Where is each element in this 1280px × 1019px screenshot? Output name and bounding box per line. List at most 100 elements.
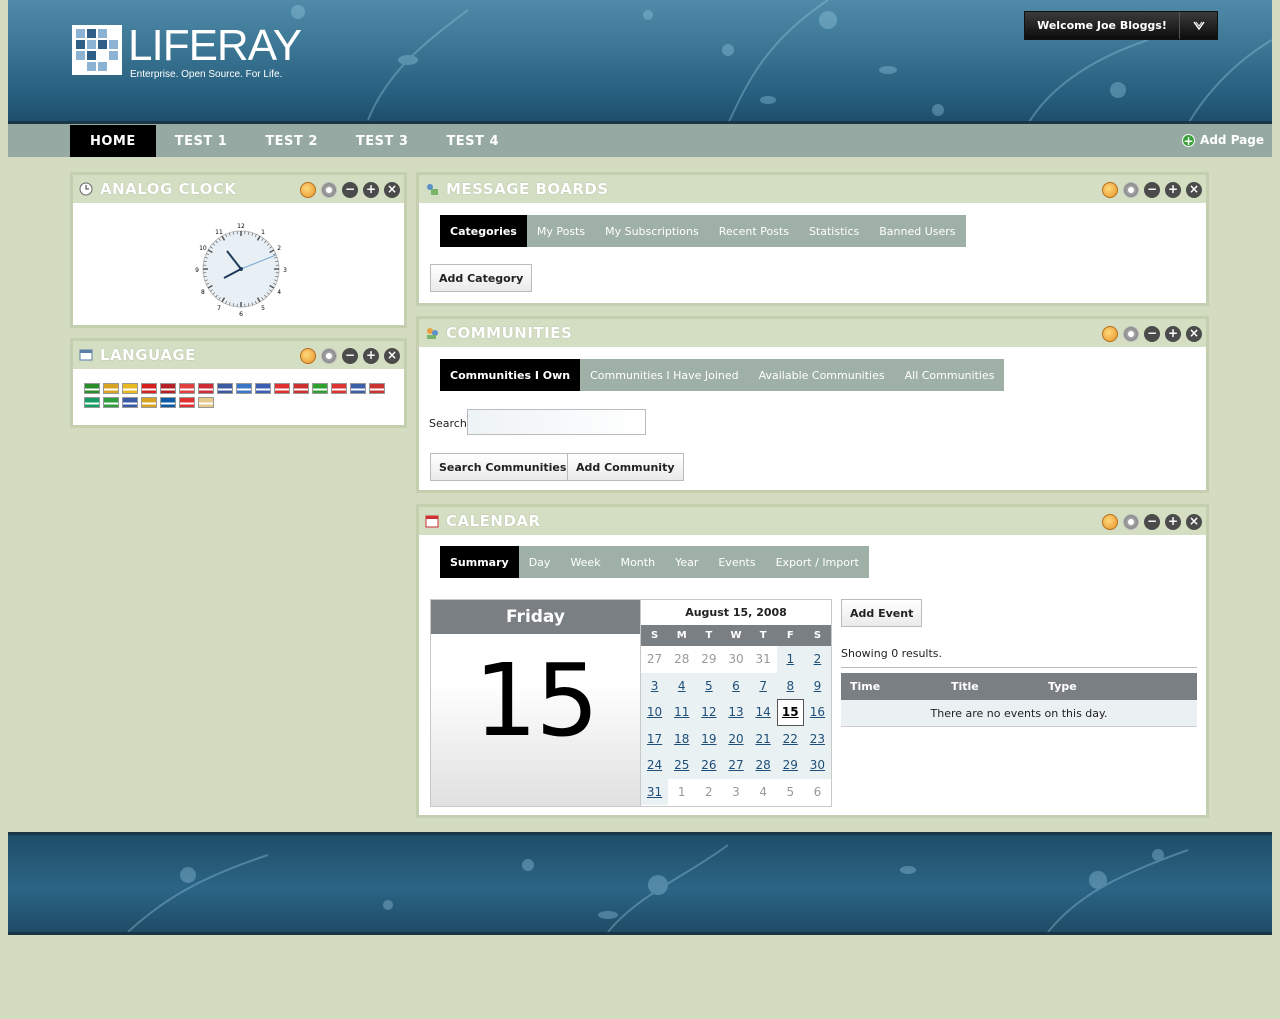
language-flag-icon[interactable] <box>179 397 195 408</box>
language-flag-icon[interactable] <box>103 397 119 408</box>
close-icon[interactable]: × <box>384 348 400 364</box>
configuration-icon[interactable] <box>321 348 337 364</box>
tab-recent-posts[interactable]: Recent Posts <box>709 215 799 247</box>
language-flag-icon[interactable] <box>331 383 347 394</box>
language-flag-icon[interactable] <box>369 383 385 394</box>
language-flag-icon[interactable] <box>198 383 214 394</box>
look-and-feel-icon[interactable] <box>1102 514 1118 530</box>
add-category-button[interactable]: Add Category <box>430 264 533 292</box>
welcome-user[interactable]: Welcome Joe Bloggs! <box>1025 12 1180 39</box>
look-and-feel-icon[interactable] <box>300 348 316 364</box>
tab-statistics[interactable]: Statistics <box>799 215 869 247</box>
calendar-day[interactable]: 16 <box>803 699 831 726</box>
language-flag-icon[interactable] <box>122 397 138 408</box>
tab-communities-i-own[interactable]: Communities I Own <box>440 359 581 391</box>
calendar-day[interactable]: 27 <box>722 752 750 779</box>
tab-banned-users[interactable]: Banned Users <box>869 215 965 247</box>
calendar-day[interactable]: 10 <box>641 699 669 726</box>
calendar-day[interactable]: 28 <box>749 752 777 779</box>
calendar-day[interactable]: 29 <box>776 752 804 779</box>
look-and-feel-icon[interactable] <box>300 182 316 198</box>
language-flag-icon[interactable] <box>312 383 328 394</box>
configuration-icon[interactable] <box>321 182 337 198</box>
minimize-icon[interactable]: − <box>1144 514 1160 530</box>
calendar-day[interactable]: 30 <box>803 752 831 779</box>
tab-all-communities[interactable]: All Communities <box>895 359 1005 391</box>
language-flag-icon[interactable] <box>160 383 176 394</box>
calendar-day[interactable]: 13 <box>722 699 750 726</box>
configuration-icon[interactable] <box>1123 182 1139 198</box>
calendar-day[interactable]: 7 <box>749 672 777 699</box>
minimize-icon[interactable]: − <box>342 348 358 364</box>
maximize-icon[interactable]: + <box>1165 326 1181 342</box>
language-flag-icon[interactable] <box>255 383 271 394</box>
close-icon[interactable]: × <box>1186 326 1202 342</box>
calendar-day[interactable]: 1 <box>776 646 804 673</box>
look-and-feel-icon[interactable] <box>1102 326 1118 342</box>
portlet-title-bar[interactable]: COMMUNITIES − + × <box>419 319 1206 347</box>
language-flag-icon[interactable] <box>84 397 100 408</box>
maximize-icon[interactable]: + <box>363 348 379 364</box>
liferay-logo[interactable]: LIFERAY Enterprise. Open Source. For Lif… <box>72 24 302 80</box>
language-flag-icon[interactable] <box>350 383 366 394</box>
configuration-icon[interactable] <box>1123 326 1139 342</box>
portlet-title-bar[interactable]: ANALOG CLOCK − + × <box>73 175 404 203</box>
calendar-day[interactable]: 23 <box>803 725 831 752</box>
configuration-icon[interactable] <box>1123 514 1139 530</box>
calendar-day[interactable]: 8 <box>776 672 804 699</box>
close-icon[interactable]: × <box>384 182 400 198</box>
tab-categories[interactable]: Categories <box>440 215 527 247</box>
calendar-day[interactable]: 24 <box>641 752 669 779</box>
user-dock[interactable]: Welcome Joe Bloggs! <box>1024 11 1218 40</box>
tab-communities-joined[interactable]: Communities I Have Joined <box>580 359 748 391</box>
tab-available-communities[interactable]: Available Communities <box>749 359 895 391</box>
maximize-icon[interactable]: + <box>1165 182 1181 198</box>
add-community-button[interactable]: Add Community <box>567 453 684 481</box>
minimize-icon[interactable]: − <box>342 182 358 198</box>
calendar-day[interactable]: 26 <box>695 752 723 779</box>
nav-item-test-1[interactable]: TEST 1 <box>156 125 247 157</box>
calendar-day[interactable]: 12 <box>695 699 723 726</box>
tab-events[interactable]: Events <box>708 546 765 578</box>
nav-item-home[interactable]: HOME <box>70 125 156 157</box>
calendar-day[interactable]: 25 <box>668 752 696 779</box>
language-flag-icon[interactable] <box>84 383 100 394</box>
add-page-button[interactable]: + Add Page <box>1182 133 1264 147</box>
maximize-icon[interactable]: + <box>363 182 379 198</box>
language-flag-icon[interactable] <box>217 383 233 394</box>
tab-my-posts[interactable]: My Posts <box>527 215 595 247</box>
portlet-title-bar[interactable]: LANGUAGE − + × <box>73 341 404 369</box>
language-flag-icon[interactable] <box>179 383 195 394</box>
calendar-day[interactable]: 21 <box>749 725 777 752</box>
language-flag-icon[interactable] <box>141 397 157 408</box>
calendar-day[interactable]: 17 <box>641 725 669 752</box>
calendar-day[interactable]: 22 <box>776 725 804 752</box>
nav-item-test-3[interactable]: TEST 3 <box>337 125 428 157</box>
tab-my-subscriptions[interactable]: My Subscriptions <box>595 215 709 247</box>
language-flag-icon[interactable] <box>103 383 119 394</box>
add-event-button[interactable]: Add Event <box>841 599 923 627</box>
calendar-day[interactable]: 6 <box>722 672 750 699</box>
calendar-day[interactable]: 9 <box>803 672 831 699</box>
nav-item-test-4[interactable]: TEST 4 <box>427 125 518 157</box>
calendar-day[interactable]: 3 <box>641 672 669 699</box>
calendar-day[interactable]: 18 <box>668 725 696 752</box>
calendar-day[interactable]: 11 <box>668 699 696 726</box>
calendar-day[interactable]: 31 <box>641 778 669 805</box>
tab-day[interactable]: Day <box>519 546 561 578</box>
dock-menu-icon[interactable] <box>1180 12 1217 39</box>
calendar-day[interactable]: 19 <box>695 725 723 752</box>
calendar-day[interactable]: 5 <box>695 672 723 699</box>
search-communities-button[interactable]: Search Communities <box>430 453 576 481</box>
calendar-day[interactable]: 14 <box>749 699 777 726</box>
calendar-day-today[interactable]: 15 <box>776 699 804 726</box>
nav-item-test-2[interactable]: TEST 2 <box>246 125 337 157</box>
language-flag-icon[interactable] <box>236 383 252 394</box>
tab-year[interactable]: Year <box>665 546 708 578</box>
look-and-feel-icon[interactable] <box>1102 182 1118 198</box>
calendar-day[interactable]: 20 <box>722 725 750 752</box>
language-flag-icon[interactable] <box>122 383 138 394</box>
tab-summary[interactable]: Summary <box>440 546 519 578</box>
language-flag-icon[interactable] <box>293 383 309 394</box>
portlet-title-bar[interactable]: CALENDAR − + × <box>419 507 1206 535</box>
